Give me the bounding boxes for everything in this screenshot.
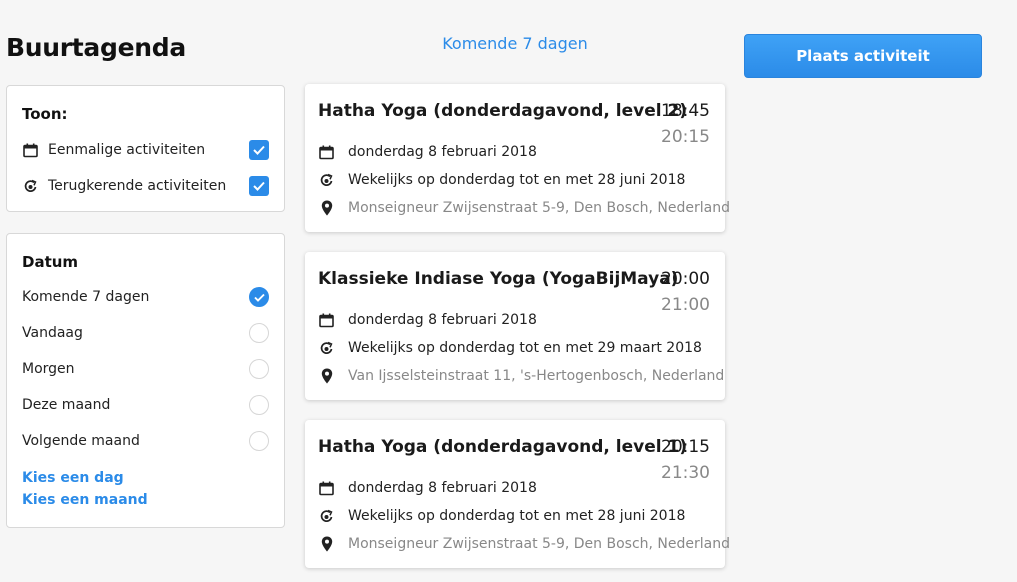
activity-recurrence: Wekelijks op donderdag tot en met 29 maa… (348, 340, 702, 356)
calendar-icon (318, 480, 335, 497)
location-pin-icon (318, 200, 335, 217)
page-title: Buurtagenda (6, 33, 186, 62)
date-radio[interactable] (249, 431, 269, 451)
post-activity-button[interactable]: Plaats activiteit (744, 34, 982, 78)
date-option-label: Komende 7 dagen (22, 289, 150, 305)
activity-recurrence: Wekelijks op donderdag tot en met 28 jun… (348, 172, 686, 188)
date-option-label: Vandaag (22, 325, 83, 341)
show-filter-panel: Toon: Eenmalige activiteiten Terugkerend… (6, 85, 285, 212)
pick-month-link[interactable]: Kies een maand (22, 492, 148, 508)
date-radio[interactable] (249, 395, 269, 415)
activity-title[interactable]: Hatha Yoga (donderdagavond, level 1) (318, 437, 687, 457)
activity-date: donderdag 8 februari 2018 (348, 312, 537, 328)
date-option-tomorrow[interactable]: Morgen (22, 357, 269, 381)
filter-recurring-activities[interactable]: Terugkerende activiteiten (22, 174, 269, 198)
activity-card[interactable]: Klassieke Indiase Yoga (YogaBijMaya) 20:… (305, 252, 725, 400)
calendar-icon (318, 144, 335, 161)
activity-date: donderdag 8 februari 2018 (348, 480, 537, 496)
date-option-next-7-days[interactable]: Komende 7 dagen (22, 285, 269, 309)
date-option-next-month[interactable]: Volgende maand (22, 429, 269, 453)
activity-address: Monseigneur Zwijsenstraat 5-9, Den Bosch… (348, 200, 730, 216)
show-filter-heading: Toon: (22, 105, 68, 123)
filter-label: Eenmalige activiteiten (48, 142, 206, 158)
activity-card[interactable]: Hatha Yoga (donderdagavond, level 1) 20:… (305, 420, 730, 568)
pick-day-link[interactable]: Kies een dag (22, 470, 124, 486)
activity-date-row: donderdag 8 februari 2018 (318, 478, 537, 498)
date-option-this-month[interactable]: Deze maand (22, 393, 269, 417)
activity-title[interactable]: Klassieke Indiase Yoga (YogaBijMaya) (318, 269, 678, 289)
activity-recurrence-row: Wekelijks op donderdag tot en met 28 jun… (318, 170, 685, 190)
date-option-today[interactable]: Vandaag (22, 321, 269, 345)
activity-recurrence-row: Wekelijks op donderdag tot en met 28 jun… (318, 506, 685, 526)
activity-date-row: donderdag 8 februari 2018 (318, 142, 537, 162)
date-radio-selected[interactable] (249, 287, 269, 307)
recurring-icon (22, 178, 38, 194)
location-pin-icon (318, 536, 335, 553)
activity-start-time: 20:15 (661, 437, 710, 457)
activity-title[interactable]: Hatha Yoga (donderdagavond, level 2) (318, 101, 687, 121)
date-radio[interactable] (249, 323, 269, 343)
date-option-label: Deze maand (22, 397, 111, 413)
activity-date: donderdag 8 februari 2018 (348, 144, 537, 160)
location-pin-icon (318, 368, 335, 385)
date-filter-heading: Datum (22, 253, 79, 271)
period-title: Komende 7 dagen (442, 34, 588, 53)
activity-address: Van Ijsselsteinstraat 11, 's-Hertogenbos… (348, 368, 725, 384)
activity-start-time: 18:45 (661, 101, 710, 121)
activity-date-row: donderdag 8 februari 2018 (318, 310, 537, 330)
filter-one-time-activities[interactable]: Eenmalige activiteiten (22, 138, 269, 162)
activity-address-row: Van Ijsselsteinstraat 11, 's-Hertogenbos… (318, 366, 724, 386)
filter-label: Terugkerende activiteiten (48, 178, 227, 194)
activity-address-row: Monseigneur Zwijsenstraat 5-9, Den Bosch… (318, 534, 730, 554)
activity-address: Monseigneur Zwijsenstraat 5-9, Den Bosch… (348, 536, 730, 552)
recurring-checkbox[interactable] (249, 176, 269, 196)
calendar-icon (318, 312, 335, 329)
date-option-label: Morgen (22, 361, 75, 377)
activity-recurrence: Wekelijks op donderdag tot en met 28 jun… (348, 508, 686, 524)
calendar-icon (22, 142, 38, 158)
date-filter-panel: Datum Komende 7 dagen Vandaag Morgen Dez… (6, 233, 285, 528)
date-option-label: Volgende maand (22, 433, 140, 449)
recurring-icon (318, 508, 335, 525)
one-time-checkbox[interactable] (249, 140, 269, 160)
recurring-icon (318, 172, 335, 189)
activity-card[interactable]: Hatha Yoga (donderdagavond, level 2) 18:… (305, 84, 730, 232)
activity-start-time: 20:00 (661, 269, 710, 289)
recurring-icon (318, 340, 335, 357)
activity-end-time: 21:00 (661, 295, 710, 315)
activity-end-time: 20:15 (661, 127, 710, 147)
activity-end-time: 21:30 (661, 463, 710, 483)
activity-recurrence-row: Wekelijks op donderdag tot en met 29 maa… (318, 338, 702, 358)
date-radio[interactable] (249, 359, 269, 379)
activity-address-row: Monseigneur Zwijsenstraat 5-9, Den Bosch… (318, 198, 730, 218)
